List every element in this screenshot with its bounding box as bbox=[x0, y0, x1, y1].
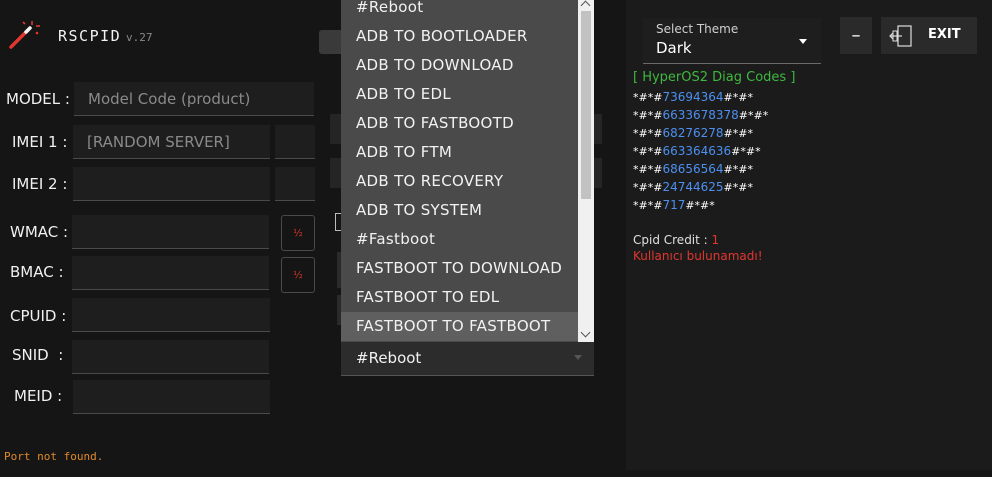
bmac-generate-button[interactable]: ½ bbox=[281, 257, 315, 293]
magic-wand-icon bbox=[9, 21, 40, 49]
diag-code-line: *#*#717#*#* bbox=[633, 198, 715, 212]
model-input[interactable] bbox=[74, 82, 314, 116]
minimize-button[interactable]: – bbox=[840, 17, 872, 54]
dropdown-item[interactable]: ADB TO RECOVERY bbox=[341, 167, 578, 196]
cpid-credit-label: Cpid Credit : bbox=[633, 233, 708, 247]
reboot-combobox-value: #Reboot bbox=[356, 349, 422, 367]
model-label: MODEL : bbox=[6, 90, 70, 108]
wmac-input[interactable] bbox=[72, 215, 269, 249]
diag-code-line: *#*#68656564#*#* bbox=[633, 162, 753, 176]
diag-code-line: *#*#663364636#*#* bbox=[633, 144, 761, 158]
diag-code-prefix: *#*# bbox=[633, 163, 663, 176]
diag-code-suffix: #*#* bbox=[685, 199, 715, 212]
diag-code-line: *#*#24744625#*#* bbox=[633, 180, 753, 194]
dropdown-item[interactable]: ADB TO DOWNLOAD bbox=[341, 51, 578, 80]
exit-door-icon bbox=[889, 25, 912, 47]
dropdown-item[interactable]: FASTBOOT TO DOWNLOAD bbox=[341, 254, 578, 283]
exit-button-label: EXIT bbox=[928, 27, 961, 42]
snid-input[interactable] bbox=[72, 340, 269, 374]
bmac-label: BMAC : bbox=[10, 263, 64, 281]
app-version: v.27 bbox=[126, 31, 153, 44]
bmac-input[interactable] bbox=[72, 256, 269, 290]
dropdown-scrollbar[interactable] bbox=[578, 0, 594, 342]
dropdown-item[interactable]: ADB TO EDL bbox=[341, 80, 578, 109]
diag-code-prefix: *#*# bbox=[633, 91, 663, 104]
dropdown-item[interactable]: FASTBOOT TO EDL bbox=[341, 283, 578, 312]
hidden-button-top[interactable] bbox=[319, 30, 343, 54]
diag-code-number: 68656564 bbox=[662, 162, 724, 176]
reboot-combobox[interactable]: #Reboot bbox=[341, 342, 594, 376]
diag-code-number: 717 bbox=[662, 198, 686, 212]
diag-code-number: 24744625 bbox=[662, 180, 724, 194]
theme-select-value: Dark bbox=[656, 39, 692, 57]
reboot-dropdown-list[interactable]: #Reboot ADB TO BOOTLOADER ADB TO DOWNLOAD A… bbox=[341, 0, 594, 342]
snid-label: SNID : bbox=[12, 346, 64, 364]
dropdown-item[interactable]: #Fastboot bbox=[341, 225, 578, 254]
reboot-combobox-caret-icon bbox=[574, 355, 582, 360]
diag-code-suffix: #*#* bbox=[723, 181, 753, 194]
cpid-credit-value: 1 bbox=[711, 233, 720, 247]
diag-code-number: 6633678378 bbox=[662, 108, 739, 122]
diag-code-prefix: *#*# bbox=[633, 181, 663, 194]
exit-button[interactable]: EXIT bbox=[881, 17, 977, 54]
cpuid-label: CPUID : bbox=[10, 307, 67, 325]
user-status-text: Kullanıcı bulunamadı! bbox=[633, 249, 763, 263]
dropdown-item[interactable]: ADB TO FASTBOOTD bbox=[341, 109, 578, 138]
dropdown-scroll-thumb[interactable] bbox=[581, 11, 591, 199]
diag-code-number: 663364636 bbox=[662, 144, 732, 158]
cpuid-input[interactable] bbox=[72, 298, 270, 332]
diag-code-prefix: *#*# bbox=[633, 199, 663, 212]
diag-code-suffix: #*#* bbox=[723, 91, 753, 104]
imei1-input[interactable] bbox=[73, 125, 270, 159]
diag-code-line: *#*#6633678378#*#* bbox=[633, 108, 768, 122]
theme-select-label: Select Theme bbox=[656, 22, 739, 36]
dropdown-item[interactable]: ADB TO SYSTEM bbox=[341, 196, 578, 225]
imei2-label: IMEI 2 : bbox=[12, 175, 68, 193]
chevron-up-icon[interactable] bbox=[580, 0, 591, 11]
app-title: RSCPID bbox=[58, 27, 122, 45]
meid-input[interactable] bbox=[73, 380, 270, 414]
imei1-extra-field[interactable] bbox=[275, 125, 315, 159]
dropdown-item[interactable]: ADB TO FTM bbox=[341, 138, 578, 167]
diag-code-prefix: *#*# bbox=[633, 145, 663, 158]
wmac-label: WMAC : bbox=[10, 223, 69, 241]
status-text: Port not found. bbox=[4, 450, 104, 463]
imei1-label: IMEI 1 : bbox=[12, 133, 68, 151]
diag-code-prefix: *#*# bbox=[633, 109, 663, 122]
diag-codes-title: [ HyperOS2 Diag Codes ] bbox=[633, 70, 796, 85]
dropdown-item[interactable]: ADB TO BOOTLOADER bbox=[341, 22, 578, 51]
diag-code-suffix: #*#* bbox=[731, 145, 761, 158]
diag-code-suffix: #*#* bbox=[738, 109, 769, 122]
hidden-right-control-2[interactable] bbox=[594, 158, 602, 188]
diag-code-suffix: #*#* bbox=[723, 127, 753, 140]
diag-code-line: *#*#73694364#*#* bbox=[633, 90, 753, 104]
imei2-input[interactable] bbox=[73, 167, 270, 201]
imei2-extra-field[interactable] bbox=[275, 167, 315, 201]
caret-down-icon bbox=[799, 39, 807, 44]
theme-select[interactable]: Select Theme Dark bbox=[643, 18, 821, 64]
chevron-down-icon[interactable] bbox=[580, 327, 591, 338]
diag-code-line: *#*#68276278#*#* bbox=[633, 126, 753, 140]
meid-label: MEID : bbox=[14, 387, 63, 405]
diag-code-number: 68276278 bbox=[662, 126, 724, 140]
cpid-credit: Cpid Credit : 1 bbox=[633, 233, 719, 247]
dropdown-item[interactable]: #Reboot bbox=[341, 0, 578, 22]
diag-code-number: 73694364 bbox=[662, 90, 724, 104]
diag-code-suffix: #*#* bbox=[723, 163, 753, 176]
dropdown-item[interactable]: FASTBOOT TO FASTBOOT bbox=[341, 312, 578, 341]
diag-code-prefix: *#*# bbox=[633, 127, 663, 140]
wmac-generate-button[interactable]: ½ bbox=[281, 215, 315, 251]
hidden-right-control-1[interactable] bbox=[594, 114, 602, 144]
